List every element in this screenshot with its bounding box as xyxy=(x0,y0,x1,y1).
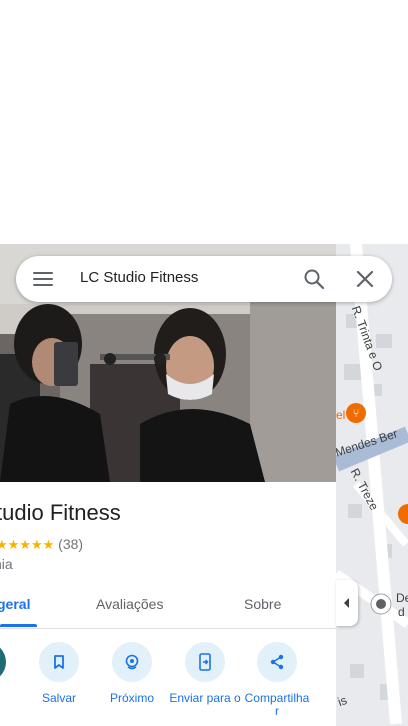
directions-icon xyxy=(0,642,6,682)
map-place-label: De xyxy=(396,591,408,605)
tab-overview[interactable]: geral xyxy=(0,596,30,612)
action-buttons: s Salvar Próximo Enviar para o Compartil… xyxy=(0,642,336,726)
active-tab-indicator xyxy=(0,624,37,627)
svg-text:⑂: ⑂ xyxy=(353,407,360,420)
map-place-label: el xyxy=(336,408,346,422)
menu-icon[interactable] xyxy=(33,269,53,289)
share-button[interactable]: Compartilha r xyxy=(241,642,313,718)
review-count: (38) xyxy=(58,536,84,552)
directions-label: s xyxy=(0,692,22,705)
search-icon[interactable] xyxy=(302,267,326,291)
send-to-phone-button[interactable]: Enviar para o xyxy=(169,642,241,705)
nearby-button[interactable]: Próximo xyxy=(96,642,168,705)
place-panel: tudio Fitness ★★★★★ (38) nia geral Avali… xyxy=(0,244,336,726)
nearby-label: Próximo xyxy=(109,691,154,705)
share-label: Compartilha r xyxy=(244,691,310,718)
nearby-icon xyxy=(112,642,152,682)
rating-row[interactable]: ★★★★★ (38) xyxy=(0,536,83,553)
bookmark-icon xyxy=(39,642,79,682)
save-button[interactable]: Salvar xyxy=(23,642,95,705)
map-view[interactable]: ⑂ R. Trinta e O Mendes Ber R. Treze De d… xyxy=(336,244,408,726)
map-canvas: ⑂ xyxy=(336,244,408,726)
place-title: tudio Fitness xyxy=(0,500,121,525)
search-bar[interactable]: LC Studio Fitness xyxy=(16,256,392,302)
map-place-label: d xyxy=(398,605,405,619)
collapse-panel-button[interactable] xyxy=(336,580,358,626)
tab-about[interactable]: Sobre xyxy=(244,596,281,612)
share-icon xyxy=(257,642,297,682)
place-category: nia xyxy=(0,556,13,572)
tab-reviews[interactable]: Avaliações xyxy=(96,596,163,612)
chevron-left-icon xyxy=(344,598,349,608)
send-to-phone-label: Enviar para o xyxy=(169,691,241,705)
save-label: Salvar xyxy=(41,691,76,705)
tab-bar: geral Avaliações Sobre xyxy=(0,586,336,629)
rating-stars: ★★★★★ xyxy=(0,537,55,552)
close-icon[interactable] xyxy=(353,267,377,291)
search-input[interactable]: LC Studio Fitness xyxy=(80,269,280,286)
directions-button[interactable]: s xyxy=(0,642,22,705)
send-to-phone-icon xyxy=(185,642,225,682)
